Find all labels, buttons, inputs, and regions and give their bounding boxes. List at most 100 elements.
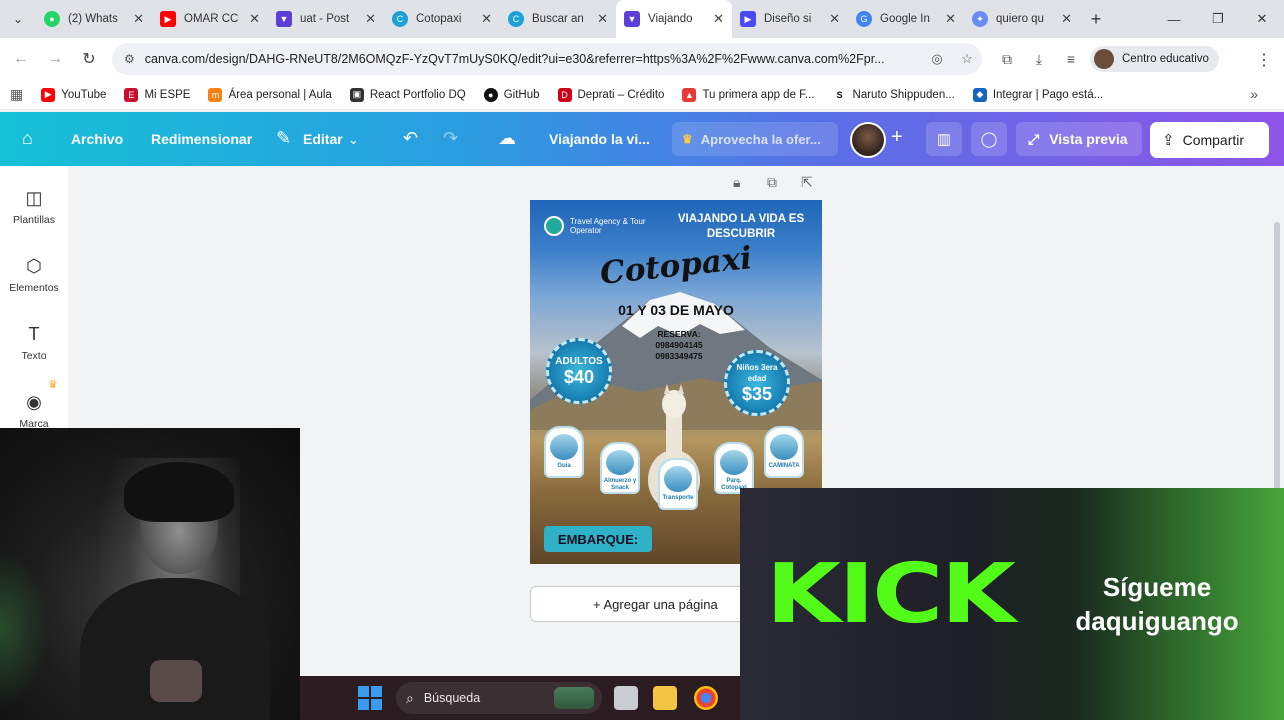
- webcam-ambient-light: [0, 548, 50, 708]
- browser-tab[interactable]: C Buscar an ✕: [500, 0, 616, 38]
- lock-icon[interactable]: 🔒︎: [733, 174, 740, 191]
- browser-tab-active[interactable]: ▼ Viajando ✕: [616, 0, 732, 38]
- undo-icon[interactable]: ↶: [403, 128, 418, 149]
- browser-tab[interactable]: C Cotopaxi ✕: [384, 0, 500, 38]
- bookmark-aula[interactable]: m Área personal | Aula: [208, 87, 332, 102]
- bookmark-star-icon[interactable]: ☆: [952, 51, 982, 67]
- chevron-down-icon[interactable]: ⌄: [348, 132, 359, 148]
- price-value: $40: [563, 366, 595, 387]
- media-control-icon[interactable]: ≡: [1058, 51, 1084, 67]
- new-tab-icon[interactable]: +: [1080, 9, 1112, 30]
- youtube-icon: ▶: [41, 87, 56, 102]
- user-avatar[interactable]: [850, 122, 886, 158]
- taskbar-search[interactable]: ⌕ Búsqueda: [396, 682, 602, 714]
- google-icon: G: [856, 11, 872, 27]
- task-view-icon[interactable]: [614, 686, 638, 710]
- minimize-icon[interactable]: —: [1152, 0, 1196, 38]
- browser-tab[interactable]: ● (2) Whats ✕: [36, 0, 152, 38]
- forward-icon[interactable]: →: [38, 50, 72, 68]
- browser-tab[interactable]: ✦ quiero qu ✕: [964, 0, 1080, 38]
- close-tab-icon[interactable]: ✕: [1061, 11, 1072, 27]
- pencil-icon[interactable]: ✎: [276, 128, 291, 149]
- eye-off-icon[interactable]: ◎: [922, 51, 952, 67]
- windows-start-icon[interactable]: [358, 686, 382, 710]
- sidebar-item-text[interactable]: T Texto: [0, 324, 68, 362]
- lunch-icon: [606, 450, 634, 475]
- close-tab-icon[interactable]: ✕: [365, 11, 376, 27]
- extensions-icon[interactable]: ⧉: [994, 51, 1020, 68]
- webcam-overlay: [0, 428, 300, 720]
- url-text[interactable]: canva.com/design/DAHG-RNeUT8/2M6OMQzF-Yz…: [145, 52, 922, 66]
- browser-tab[interactable]: ▼ uat - Post ✕: [268, 0, 384, 38]
- home-icon[interactable]: ⌂: [22, 128, 33, 149]
- download-icon[interactable]: ⤓: [1026, 51, 1052, 68]
- bookmark-portfolio[interactable]: ▣ React Portfolio DQ: [349, 87, 466, 102]
- embark-label: EMBARQUE:: [544, 526, 652, 552]
- bookmarks-bar: ▦ ▶ YouTube E Mi ESPE m Área personal | Aul…: [0, 80, 1284, 110]
- apps-grid-icon[interactable]: ▦: [10, 86, 23, 103]
- bookmark-github[interactable]: ● GitHub: [483, 87, 540, 102]
- share-upload-icon: ⇪: [1162, 132, 1175, 149]
- browser-tab[interactable]: ▶ Diseño si ✕: [732, 0, 848, 38]
- cloud-saved-icon[interactable]: ☁: [498, 128, 516, 149]
- bookmark-pago[interactable]: ◆ Integrar | Pago está...: [972, 87, 1103, 102]
- restore-icon[interactable]: ❐: [1196, 0, 1240, 38]
- chrome-icon[interactable]: [694, 686, 718, 710]
- file-menu[interactable]: Archivo: [71, 131, 123, 147]
- sidebar-item-templates[interactable]: ◫ Plantillas: [0, 188, 68, 226]
- close-tab-icon[interactable]: ✕: [597, 11, 608, 27]
- comments-button[interactable]: ◯: [971, 122, 1007, 156]
- profile-avatar: [1094, 49, 1114, 69]
- bookmark-label: Tu primera app de F...: [702, 88, 815, 101]
- close-tab-icon[interactable]: ✕: [249, 11, 260, 27]
- comment-icon: ◯: [980, 131, 998, 148]
- expand-icon: ⤢: [1028, 130, 1040, 147]
- close-tab-icon[interactable]: ✕: [133, 11, 144, 27]
- profile-button[interactable]: Centro educativo: [1090, 46, 1219, 72]
- bookmark-mi-espe[interactable]: E Mi ESPE: [124, 87, 190, 102]
- edit-menu[interactable]: Editar: [303, 131, 343, 147]
- back-icon[interactable]: ←: [4, 50, 38, 68]
- browser-tab[interactable]: G Google In ✕: [848, 0, 964, 38]
- close-tab-icon[interactable]: ✕: [713, 11, 724, 27]
- preview-button[interactable]: ⤢ Vista previa: [1016, 122, 1142, 156]
- add-page-icon[interactable]: ⇱: [801, 174, 813, 191]
- close-tab-icon[interactable]: ✕: [481, 11, 492, 27]
- bookmark-youtube[interactable]: ▶ YouTube: [41, 87, 106, 102]
- sidebar-label: Elementos: [9, 282, 59, 294]
- resize-menu[interactable]: Redimensionar: [151, 131, 252, 147]
- insights-button[interactable]: ▥: [926, 122, 962, 156]
- reload-icon[interactable]: ↻: [72, 49, 106, 69]
- close-window-icon[interactable]: ✕: [1240, 0, 1284, 38]
- bookmark-naruto[interactable]: S Naruto Shippuden...: [832, 87, 955, 102]
- share-button[interactable]: ⇪ Compartir: [1150, 122, 1269, 158]
- share-label: Compartir: [1182, 132, 1245, 148]
- text-icon: T: [28, 324, 40, 344]
- tab-search-chevron-icon[interactable]: ⌄: [0, 0, 36, 38]
- add-collaborator-icon[interactable]: +: [891, 126, 903, 149]
- close-tab-icon[interactable]: ✕: [945, 11, 956, 27]
- duplicate-page-icon[interactable]: ⧉: [767, 174, 777, 191]
- feature-hike: CAMINATA: [764, 426, 804, 478]
- sidebar-item-elements[interactable]: ⬡ Elementos: [0, 256, 68, 294]
- crown-icon: ♛: [48, 379, 58, 391]
- file-explorer-icon[interactable]: [653, 686, 677, 710]
- design-title[interactable]: Viajando la vi...: [549, 131, 650, 147]
- tab-title: Cotopaxi: [416, 13, 462, 25]
- preview-label: Vista previa: [1049, 131, 1128, 147]
- kick-username: daquiguango: [1075, 606, 1239, 636]
- redo-icon[interactable]: ↷: [443, 128, 458, 149]
- tab-title: Viajando: [648, 13, 693, 25]
- globe-icon: [544, 216, 564, 236]
- bookmark-flutter[interactable]: ▲ Tu primera app de F...: [682, 87, 815, 102]
- webcam-person-hair: [124, 462, 234, 522]
- close-tab-icon[interactable]: ✕: [829, 11, 840, 27]
- browser-menu-icon[interactable]: ⋮: [1256, 50, 1272, 70]
- sidebar-item-brand[interactable]: ◉ Marca: [0, 392, 68, 430]
- more-bookmarks-icon[interactable]: »: [1250, 86, 1258, 102]
- bookmark-deprati[interactable]: D Deprati – Crédito: [557, 87, 664, 102]
- address-bar[interactable]: ⚙ canva.com/design/DAHG-RNeUT8/2M6OMQzF-…: [112, 43, 982, 75]
- promo-button[interactable]: ♛ Aprovecha la ofer...: [672, 122, 838, 156]
- site-info-icon[interactable]: ⚙: [124, 52, 135, 66]
- browser-tab[interactable]: ▶ OMAR CC ✕: [152, 0, 268, 38]
